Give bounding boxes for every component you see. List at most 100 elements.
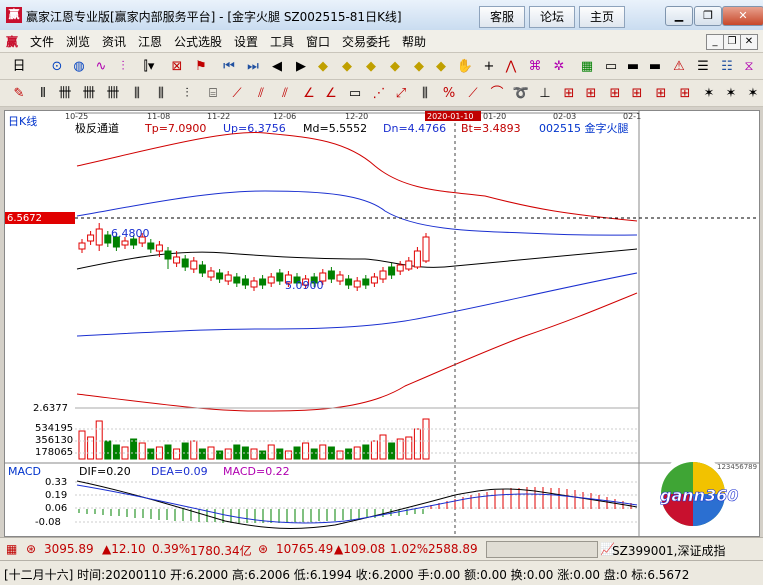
- calendar-icon[interactable]: ▦: [578, 58, 596, 75]
- square4-icon[interactable]: ⊞: [628, 85, 646, 102]
- zigzag-icon[interactable]: ⋰: [370, 85, 388, 102]
- menu-trade[interactable]: 交易委托: [342, 33, 390, 50]
- panel-icon[interactable]: ▬: [624, 58, 642, 75]
- square2-icon[interactable]: ⊞: [582, 85, 600, 102]
- flag-icon[interactable]: ⚑: [192, 58, 210, 75]
- candle-icon[interactable]: ⫿▾: [140, 58, 158, 75]
- pattern-icon[interactable]: ✲: [550, 58, 568, 75]
- volume-bar: [250, 448, 258, 460]
- menu-formula-select[interactable]: 公式选股: [174, 33, 222, 50]
- menu-file[interactable]: 文件: [30, 33, 54, 50]
- line-draw-icon[interactable]: ⋀: [502, 58, 520, 75]
- mark2-icon[interactable]: ✶: [722, 85, 740, 102]
- speed-icon[interactable]: ⟋: [464, 85, 482, 102]
- trend-icon[interactable]: ⤢: [392, 85, 410, 102]
- diamond-1-icon[interactable]: ◆: [314, 58, 332, 75]
- diamond-4-icon[interactable]: ◆: [386, 58, 404, 75]
- wave-icon[interactable]: ∿: [92, 58, 110, 75]
- menu-window[interactable]: 窗口: [306, 33, 330, 50]
- forum-button[interactable]: 论坛: [529, 6, 575, 28]
- price-marker-label: 6.5672: [7, 213, 42, 224]
- prev-icon[interactable]: ◀: [268, 58, 286, 75]
- homepage-button[interactable]: 主页: [579, 6, 625, 28]
- chart-type-icon[interactable]: ◍: [70, 58, 88, 75]
- square5-icon[interactable]: ⊞: [652, 85, 670, 102]
- menu-browse[interactable]: 浏览: [66, 33, 90, 50]
- menu-info[interactable]: 资讯: [102, 33, 126, 50]
- candle: [250, 280, 258, 288]
- fib-icon[interactable]: 卌: [56, 85, 74, 102]
- daily-period-icon[interactable]: 日▾: [10, 58, 28, 91]
- fan-icon[interactable]: ⟋: [228, 85, 246, 102]
- volume-bar: [259, 450, 267, 460]
- arc-icon[interactable]: ⌒: [488, 85, 506, 102]
- cross-icon[interactable]: ⊠: [168, 58, 186, 75]
- first-icon[interactable]: ⏮: [220, 58, 238, 75]
- fan3-icon[interactable]: ⫽: [276, 85, 294, 102]
- square-icon[interactable]: ⊞: [560, 85, 578, 102]
- square6-icon[interactable]: ⊞: [676, 85, 694, 102]
- sh-index-value[interactable]: 3095.89: [44, 542, 94, 556]
- mdi-minimize-button[interactable]: _: [706, 34, 724, 50]
- info-bar: [十二月十六] 时间:20200110 开:6.2000 高:6.2006 低:…: [0, 560, 763, 585]
- candle: [370, 276, 378, 284]
- close-button[interactable]: ✕: [722, 6, 763, 26]
- customer-service-button[interactable]: 客服: [479, 6, 525, 28]
- box-icon[interactable]: ⌸: [204, 85, 222, 102]
- percent-icon[interactable]: %: [440, 85, 458, 102]
- minimize-button[interactable]: ▁: [665, 6, 693, 26]
- crosshair-icon[interactable]: +: [480, 58, 498, 75]
- hand-icon[interactable]: ✋: [456, 58, 474, 75]
- square3-icon[interactable]: ⊞: [606, 85, 624, 102]
- menu-gann[interactable]: 江恩: [138, 33, 162, 50]
- bars-icon[interactable]: ⫶: [114, 58, 132, 75]
- mdi-close-button[interactable]: ✕: [740, 34, 758, 50]
- macd-dea: DEA=0.09: [151, 465, 208, 478]
- panel2-icon[interactable]: ▬: [646, 58, 664, 75]
- axis-icon[interactable]: ⊥: [536, 85, 554, 102]
- alert-icon[interactable]: ⚠: [670, 58, 688, 75]
- grid-icon[interactable]: ⫼: [416, 85, 434, 102]
- menu-tools[interactable]: 工具: [270, 33, 294, 50]
- maximize-button[interactable]: ❐: [694, 6, 722, 26]
- diamond-5-icon[interactable]: ◆: [410, 58, 428, 75]
- angle2-icon[interactable]: ∠: [322, 85, 340, 102]
- mdi-restore-button[interactable]: ❐: [723, 34, 741, 50]
- diamond-3-icon[interactable]: ◆: [362, 58, 380, 75]
- time-zone-icon[interactable]: ⫼: [152, 85, 170, 102]
- view-icon[interactable]: ⊙: [48, 58, 66, 75]
- mark-icon[interactable]: ✶: [700, 85, 718, 102]
- stack-icon[interactable]: ☰: [694, 58, 712, 75]
- channel-bt-line: [76, 292, 638, 412]
- volume-bar: [181, 442, 189, 460]
- ruler-icon[interactable]: ⫶: [178, 85, 196, 102]
- price-axis-tick: 2.6377: [33, 403, 68, 414]
- period-lines-icon[interactable]: 卌: [104, 85, 122, 102]
- mark3-icon[interactable]: ✶: [744, 85, 762, 102]
- sz-index-change: ▲109.08: [334, 542, 386, 556]
- candle: [155, 244, 163, 252]
- next-icon[interactable]: ▶: [292, 58, 310, 75]
- window-icon[interactable]: ▭: [602, 58, 620, 75]
- cycle-icon[interactable]: ⫼: [128, 85, 146, 102]
- pen-icon[interactable]: ✎: [10, 85, 28, 102]
- menu-settings[interactable]: 设置: [234, 33, 258, 50]
- volume-bar: [173, 448, 181, 460]
- candle: [104, 234, 112, 244]
- list-icon[interactable]: ☷: [718, 58, 736, 75]
- fan2-icon[interactable]: ⫽: [252, 85, 270, 102]
- diamond-6-icon[interactable]: ◆: [432, 58, 450, 75]
- sz-index-value[interactable]: 10765.49: [276, 542, 333, 556]
- spiral-icon[interactable]: ➰: [512, 85, 530, 102]
- draw-tool-icon[interactable]: ⌘: [526, 58, 544, 75]
- rect-icon[interactable]: ▭: [346, 85, 364, 102]
- filter-icon[interactable]: ⧖: [740, 58, 758, 75]
- index-label[interactable]: SZ399001,深证成指: [612, 542, 725, 559]
- menu-help[interactable]: 帮助: [402, 33, 426, 50]
- diamond-2-icon[interactable]: ◆: [338, 58, 356, 75]
- last-icon[interactable]: ⏭: [244, 58, 262, 75]
- angle-icon[interactable]: ∠: [300, 85, 318, 102]
- vlines-icon[interactable]: ⫴: [34, 85, 52, 102]
- kline-chart[interactable]: 10-25 11-08 11-22 12-06 12-20 2020-01-10…: [4, 110, 760, 537]
- gann-grid-icon[interactable]: 卌: [80, 85, 98, 102]
